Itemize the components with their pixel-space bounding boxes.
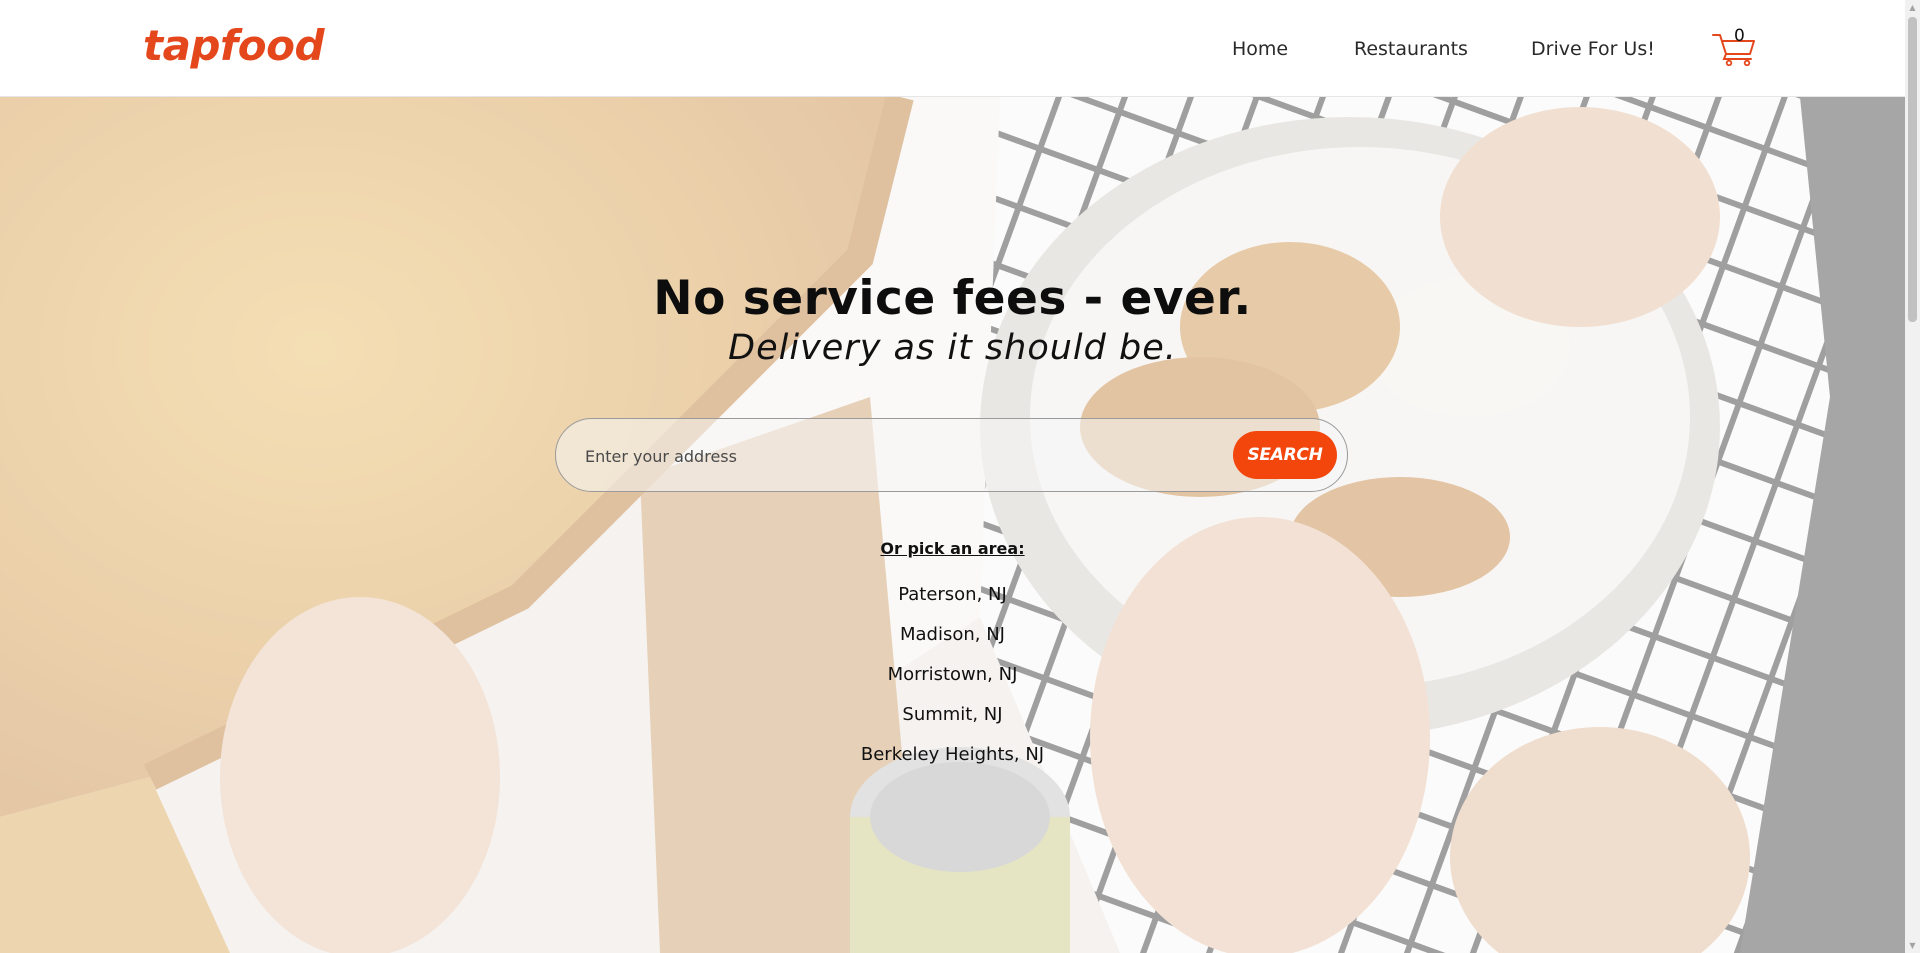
address-input[interactable] <box>583 439 1223 473</box>
cart-button[interactable]: 0 <box>1712 26 1760 68</box>
scrollbar-thumb[interactable] <box>1908 17 1917 322</box>
area-item-madison[interactable]: Madison, NJ <box>0 621 1905 661</box>
area-link-label[interactable]: Morristown, NJ <box>888 664 1018 685</box>
cart-count-badge: 0 <box>1734 26 1745 46</box>
nav-restaurants-link[interactable]: Restaurants <box>1354 37 1468 61</box>
site-header: tapfood Home Restaurants Drive For Us! 0 <box>0 0 1905 97</box>
tapfood-logo[interactable]: tapfood <box>143 18 325 74</box>
area-link-label[interactable]: Madison, NJ <box>900 624 1005 645</box>
area-item-berkeley-heights[interactable]: Berkeley Heights, NJ <box>0 741 1905 781</box>
nav-drive-for-us-link[interactable]: Drive For Us! <box>1531 37 1655 61</box>
hero-overlay <box>0 97 1905 953</box>
area-item-summit[interactable]: Summit, NJ <box>0 701 1905 741</box>
pick-area-heading: Or pick an area: <box>880 539 1025 558</box>
area-link-label[interactable]: Paterson, NJ <box>898 584 1007 605</box>
area-item-morristown[interactable]: Morristown, NJ <box>0 661 1905 701</box>
area-item-paterson[interactable]: Paterson, NJ <box>0 581 1905 621</box>
area-list: Paterson, NJ Madison, NJ Morristown, NJ … <box>0 581 1905 781</box>
search-button[interactable]: SEARCH <box>1233 431 1337 479</box>
hero-subheadline: Delivery as it should be. <box>728 328 1177 368</box>
page-scrollbar[interactable]: ▲ ▼ <box>1905 0 1920 953</box>
address-search-box: SEARCH <box>555 418 1348 492</box>
area-link-label[interactable]: Summit, NJ <box>902 704 1002 725</box>
scroll-up-arrow-icon[interactable]: ▲ <box>1905 0 1920 15</box>
hero-section: No service fees - ever. Delivery as it s… <box>0 97 1905 953</box>
hero-headline: No service fees - ever. <box>653 271 1252 326</box>
area-link-label[interactable]: Berkeley Heights, NJ <box>861 744 1044 765</box>
scroll-down-arrow-icon[interactable]: ▼ <box>1905 938 1920 953</box>
nav-home-link[interactable]: Home <box>1232 37 1288 61</box>
